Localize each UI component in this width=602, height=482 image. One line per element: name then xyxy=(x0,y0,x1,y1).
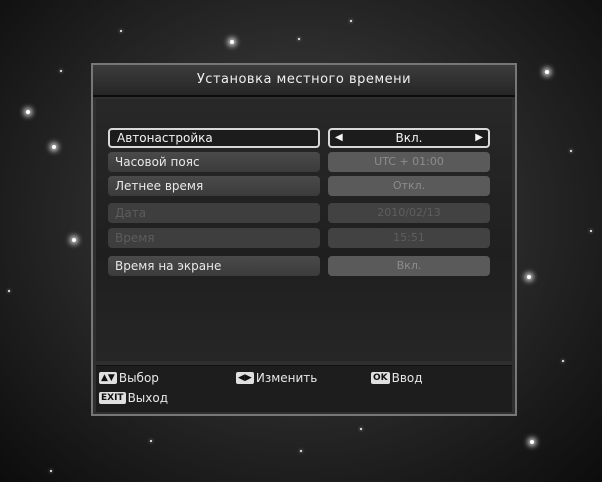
hint-label: Изменить xyxy=(255,371,318,385)
setting-value: 2010/02/13 xyxy=(328,203,490,223)
star-icon xyxy=(230,40,234,44)
hint-select: ▲▼ Выбор xyxy=(99,371,159,385)
ok-key-icon: OK xyxy=(371,372,390,384)
arrow-right-icon[interactable]: ▶ xyxy=(475,130,483,146)
local-time-dialog: Установка местного времени Автонастройка… xyxy=(91,63,517,416)
setting-label: Время на экране xyxy=(108,256,320,276)
setting-row-auto-setup[interactable]: Автонастройка ◀ Вкл. ▶ xyxy=(108,128,490,148)
star-icon xyxy=(60,70,62,72)
star-icon xyxy=(8,290,10,292)
setting-value: Откл. xyxy=(328,176,490,196)
exit-key-icon: EXIT xyxy=(99,392,126,404)
setting-label: Время xyxy=(108,228,320,248)
star-icon xyxy=(52,145,56,149)
star-icon xyxy=(545,70,549,74)
setting-row-timezone[interactable]: Часовой пояс UTC + 01:00 xyxy=(108,152,490,172)
hint-label: Выход xyxy=(127,391,169,405)
setting-label: Летнее время xyxy=(108,176,320,196)
star-icon xyxy=(120,30,122,32)
setting-row-time-on-screen[interactable]: Время на экране Вкл. xyxy=(108,256,490,276)
star-icon xyxy=(590,230,592,232)
setting-label: Дата xyxy=(108,203,320,223)
dialog-title: Установка местного времени xyxy=(93,65,515,97)
setting-value: Вкл. xyxy=(328,256,490,276)
star-icon xyxy=(527,275,531,279)
hint-label: Ввод xyxy=(391,371,423,385)
setting-label: Автонастройка xyxy=(108,128,320,148)
star-icon xyxy=(562,360,564,362)
star-icon xyxy=(570,150,572,152)
star-icon xyxy=(300,450,302,452)
star-icon xyxy=(50,470,52,472)
star-icon xyxy=(350,20,352,22)
setting-value: 15:51 xyxy=(328,228,490,248)
hint-enter: OK Ввод xyxy=(371,371,423,385)
arrow-left-icon[interactable]: ◀ xyxy=(335,130,343,146)
star-icon xyxy=(72,238,76,242)
star-icon xyxy=(150,440,152,442)
settings-list: Автонастройка ◀ Вкл. ▶ Часовой пояс UTC … xyxy=(96,99,512,361)
setting-row-date: Дата 2010/02/13 xyxy=(108,203,490,223)
left-right-arrows-icon: ◀▶ xyxy=(236,372,254,384)
setting-value-selector[interactable]: ◀ Вкл. ▶ xyxy=(328,128,490,148)
setting-row-daylight-saving[interactable]: Летнее время Откл. xyxy=(108,176,490,196)
star-icon xyxy=(26,110,30,114)
star-icon xyxy=(298,38,300,40)
setting-label: Часовой пояс xyxy=(108,152,320,172)
up-down-arrows-icon: ▲▼ xyxy=(99,372,117,384)
hint-label: Выбор xyxy=(118,371,159,385)
setting-row-time: Время 15:51 xyxy=(108,228,490,248)
hint-exit: EXIT Выход xyxy=(99,391,168,405)
setting-value: UTC + 01:00 xyxy=(328,152,490,172)
hint-change: ◀▶ Изменить xyxy=(236,371,317,385)
key-hints-bar: ▲▼ Выбор ◀▶ Изменить OK Ввод EXIT Выход xyxy=(96,365,512,412)
setting-value: Вкл. xyxy=(395,131,423,145)
star-icon xyxy=(360,428,362,430)
star-icon xyxy=(530,440,534,444)
